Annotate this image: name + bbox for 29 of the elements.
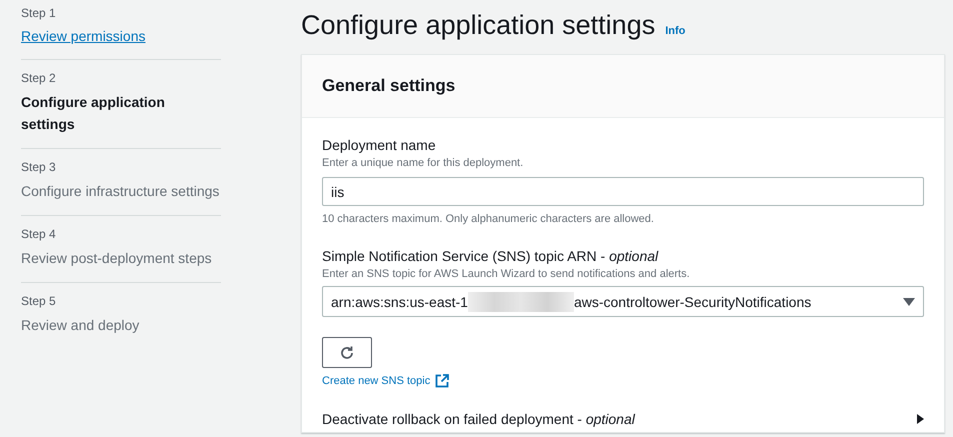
create-sns-topic-link[interactable]: Create new SNS topic bbox=[322, 374, 450, 388]
page-title: Configure application settings bbox=[301, 10, 656, 41]
external-link-icon bbox=[435, 374, 450, 388]
step-number: Step 4 bbox=[21, 227, 57, 241]
field-description: Enter a unique name for this deployment. bbox=[322, 157, 524, 169]
select-value: arn:aws:sns:us-east-1 bbox=[331, 294, 468, 310]
field-description: Enter an SNS topic for AWS Launch Wizard to send notifications and alerts. bbox=[322, 268, 690, 280]
deployment-name-input[interactable]: iis bbox=[322, 177, 924, 206]
step-title: Review and deploy bbox=[21, 316, 140, 335]
field-label: Simple Notification Service (SNS) topic ARN - optional bbox=[322, 247, 658, 265]
card-title: General settings bbox=[322, 76, 456, 96]
sns-topic-select[interactable]: arn:aws:sns:us-east-1 aws-controltower-SecurityNotifications bbox=[322, 286, 924, 317]
step-number: Step 1 bbox=[21, 6, 57, 20]
field-constraint: 10 characters maximum. Only alphanumeric characters are allowed. bbox=[322, 213, 654, 225]
refresh-icon bbox=[339, 344, 355, 360]
step-title: Configure infrastructure settings bbox=[21, 182, 220, 201]
select-value: aws-controltower-SecurityNotifications bbox=[574, 294, 812, 310]
refresh-button[interactable] bbox=[322, 337, 372, 368]
step-title: Review post-deployment steps bbox=[21, 249, 213, 268]
step-number: Step 5 bbox=[21, 294, 57, 308]
step-number: Step 2 bbox=[21, 71, 57, 85]
caret-icon bbox=[903, 298, 915, 306]
step-title: Configure application settings bbox=[21, 93, 166, 134]
info-link[interactable]: Info bbox=[665, 25, 686, 37]
field-label: Deactivate rollback on failed deployment - optional bbox=[322, 410, 635, 428]
step-link[interactable]: Review permissions bbox=[21, 26, 221, 46]
field-label: Deployment name bbox=[322, 136, 436, 154]
step-number: Step 3 bbox=[21, 160, 57, 174]
caret-icon bbox=[917, 414, 924, 424]
